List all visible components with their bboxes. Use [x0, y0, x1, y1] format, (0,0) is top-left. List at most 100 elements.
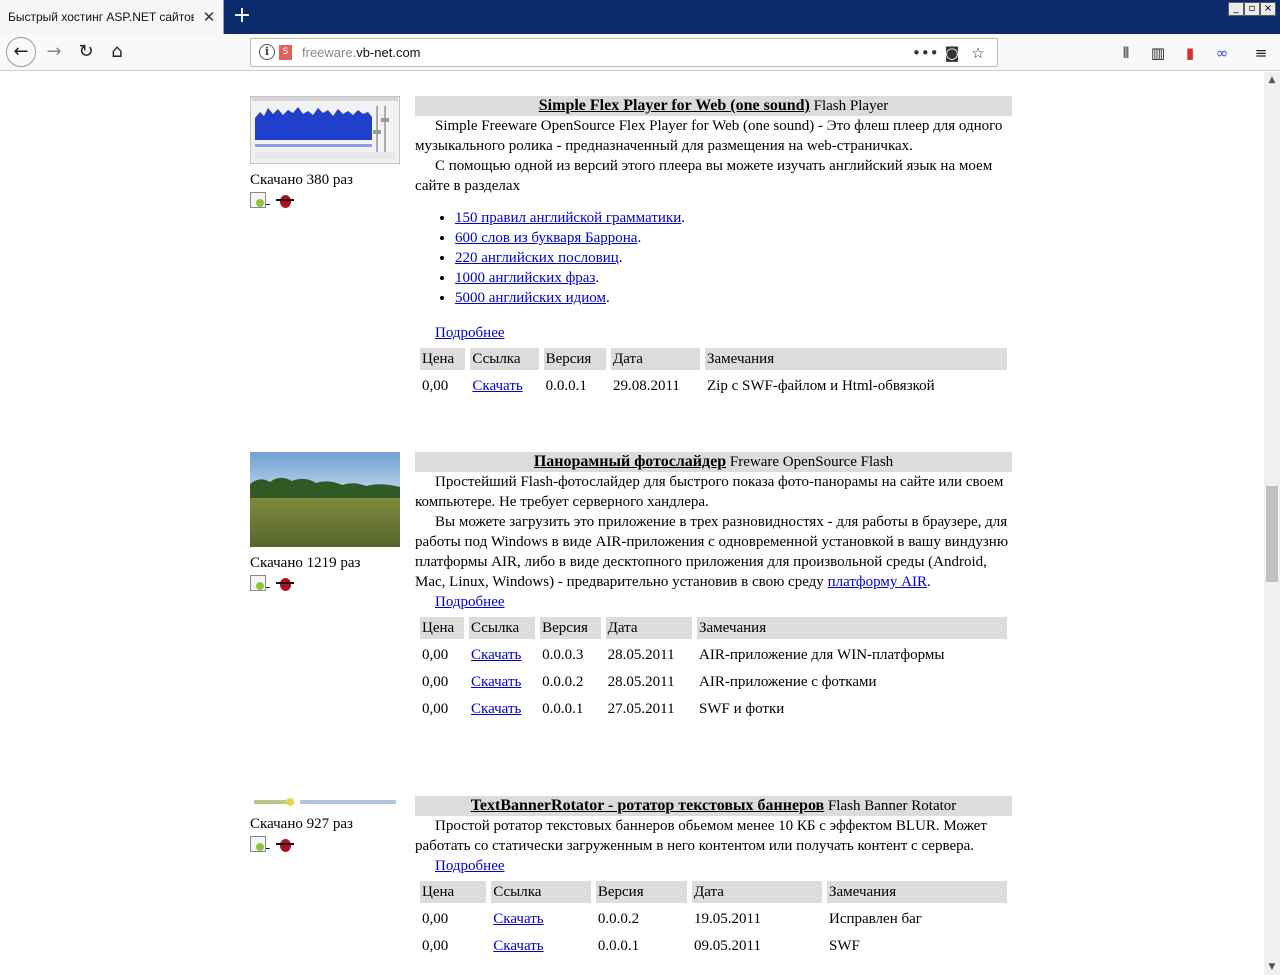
downloads-table: Цена Ссылка Версия Дата Замечания 0,00 С…	[415, 876, 1012, 962]
link-cell: Скачать	[469, 644, 535, 666]
tab-close-icon[interactable]: ✕	[199, 7, 219, 27]
topic-link[interactable]: 220 английских пословиц	[455, 250, 619, 266]
bug-report-icon[interactable]	[275, 835, 294, 853]
minimize-button[interactable]: _	[1228, 2, 1244, 16]
addon-icon[interactable]: ∞	[1211, 42, 1233, 64]
price-cell: 0,00	[422, 700, 449, 717]
download-icon[interactable]	[250, 575, 266, 591]
bookmark-star-icon[interactable]: ☆	[967, 42, 989, 64]
download-link[interactable]: Скачать	[493, 938, 543, 954]
sidebar-icon[interactable]: ▥	[1147, 42, 1169, 64]
column-header: Цена	[420, 881, 487, 903]
page-actions-icon[interactable]: •••	[912, 42, 939, 64]
version-cell: 0.0.0.1	[542, 700, 584, 717]
column-header: Замечания	[705, 348, 1007, 370]
address-bar[interactable]: i S freeware.vb-net.com ••• ◙ ☆	[250, 38, 998, 67]
bug-report-icon[interactable]	[275, 191, 294, 209]
list-item: 150 правил английской грамматики.	[455, 208, 1012, 228]
home-icon[interactable]: ⌂	[103, 38, 131, 66]
more-link[interactable]: Подробнее	[435, 325, 505, 341]
column-header: Замечания	[697, 617, 1007, 639]
scroll-up-icon[interactable]: ▲	[1264, 72, 1280, 88]
product-title-link[interactable]: TextBannerRotator - ротатор текстовых ба…	[471, 797, 824, 814]
download-link[interactable]: Скачать	[471, 674, 521, 690]
product-title-link[interactable]: Панорамный фотослайдер	[534, 453, 726, 470]
column-header: Дата	[692, 881, 822, 903]
topic-link[interactable]: 1000 английских фраз	[455, 270, 595, 286]
new-tab-button[interactable]: +	[229, 3, 255, 29]
download-icon[interactable]	[250, 192, 266, 208]
date-cell: 28.05.2011	[607, 646, 675, 663]
pocket-icon[interactable]: ◙	[941, 42, 963, 64]
product-sidebar: Скачано 927 раз	[250, 796, 400, 855]
noscript-icon[interactable]: S	[279, 45, 292, 60]
notes-cell: Zip с SWF-файлом и Html-обвязкой	[707, 377, 935, 394]
link-cell: Скачать	[469, 671, 535, 693]
bug-report-icon[interactable]	[275, 574, 294, 592]
download-link[interactable]: Скачать	[471, 701, 521, 717]
list-item: 1000 английских фраз.	[455, 268, 1012, 288]
url-prefix: freeware.	[302, 45, 357, 60]
download-count: Скачано 380 раз	[250, 172, 353, 188]
reload-icon[interactable]: ↻	[72, 38, 100, 66]
column-header: Дата	[610, 348, 700, 370]
notes-cell: SWF и фотки	[699, 700, 785, 717]
downloads-table: Цена Ссылка Версия Дата Замечания 0,00 С…	[415, 343, 1012, 402]
table-row: 0,00 Скачать 0.0.0.1 27.05.2011 SWF и фо…	[420, 698, 1007, 720]
download-count: Скачано 1219 раз	[250, 555, 361, 571]
topic-link[interactable]: 5000 английских идиом	[455, 290, 606, 306]
active-tab[interactable]: Быстрый хостинг ASP.NET сайтов с и ✕	[0, 0, 224, 34]
extension-icon[interactable]: ▮	[1179, 42, 1201, 64]
notes-cell: AIR-приложение для WIN-платформы	[699, 646, 945, 663]
product-details: Simple Flex Player for Web (one sound) F…	[415, 96, 1012, 402]
forward-arrow-icon[interactable]: →	[40, 38, 68, 66]
download-link[interactable]: Скачать	[472, 378, 522, 394]
column-header: Цена	[420, 617, 465, 639]
download-icon[interactable]	[250, 836, 266, 852]
column-header: Версия	[540, 617, 601, 639]
product-title-bar: Simple Flex Player for Web (one sound) F…	[415, 96, 1012, 116]
version-cell: 0.0.0.2	[597, 910, 640, 927]
date-cell: 09.05.2011	[694, 937, 761, 954]
close-window-button[interactable]: ×	[1260, 2, 1276, 16]
product-description: Simple Freeware OpenSource Flex Player f…	[415, 118, 1003, 154]
table-header-row: Цена Ссылка Версия Дата Замечания	[420, 617, 1007, 639]
product-title-link[interactable]: Simple Flex Player for Web (one sound)	[539, 97, 810, 114]
price-cell: 0,00	[422, 910, 449, 927]
product-details: Панорамный фотослайдер Freware OpenSourc…	[415, 452, 1012, 725]
product-screenshot[interactable]	[250, 452, 400, 547]
version-cell: 0.0.0.1	[545, 377, 587, 394]
product-icons	[250, 574, 400, 594]
vertical-scrollbar[interactable]: ▲ ▼	[1264, 72, 1280, 975]
info-icon[interactable]: i	[259, 44, 275, 60]
scrollbar-thumb[interactable]	[1266, 486, 1278, 582]
product-screenshot[interactable]	[250, 96, 400, 164]
more-link[interactable]: Подробнее	[435, 858, 505, 874]
scroll-down-icon[interactable]: ▼	[1264, 959, 1280, 975]
more-link[interactable]: Подробнее	[435, 594, 505, 610]
url-text[interactable]: freeware.vb-net.com	[302, 45, 421, 60]
table-row: 0,00 Скачать 0.0.0.2 19.05.2011 Исправле…	[420, 908, 1007, 930]
air-platform-link[interactable]: платформу AIR	[828, 574, 927, 590]
tab-strip: Быстрый хостинг ASP.NET сайтов с и ✕ + _…	[0, 0, 1280, 34]
column-header: Цена	[420, 348, 466, 370]
download-link[interactable]: Скачать	[471, 647, 521, 663]
product-icons	[250, 835, 400, 855]
product-category: Freware OpenSource Flash	[729, 454, 894, 470]
topic-link[interactable]: 150 правил английской грамматики	[455, 210, 681, 226]
url-domain: vb-net.com	[356, 45, 421, 60]
more-link-row: Подробнее	[415, 323, 1012, 343]
downloads-table: Цена Ссылка Версия Дата Замечания 0,00 С…	[415, 612, 1012, 725]
back-arrow-icon[interactable]: ←	[6, 37, 36, 67]
download-link[interactable]: Скачать	[493, 911, 543, 927]
version-cell: 0.0.0.3	[542, 646, 584, 663]
product-screenshot[interactable]	[250, 796, 400, 808]
version-cell: 0.0.0.1	[597, 937, 640, 954]
menu-icon[interactable]: ≡	[1250, 42, 1272, 64]
column-header: Ссылка	[470, 348, 539, 370]
download-count: Скачано 927 раз	[250, 816, 353, 832]
restore-button[interactable]: ▫	[1244, 2, 1260, 16]
topic-link[interactable]: 600 слов из букваря Баррона	[455, 230, 637, 246]
library-icon[interactable]: ⫴	[1115, 42, 1137, 64]
column-header: Версия	[595, 881, 687, 903]
